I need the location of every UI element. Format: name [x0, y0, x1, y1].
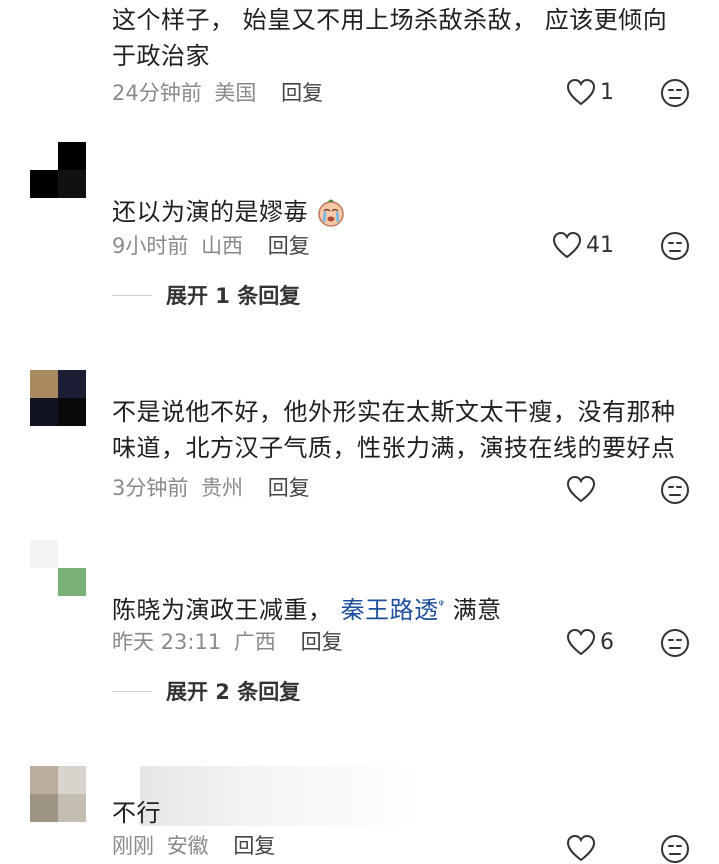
heart-icon [552, 231, 582, 259]
expand-replies-button[interactable]: 展开 1 条回复 [112, 280, 300, 310]
dislike-icon[interactable] [660, 628, 690, 658]
reply-button[interactable]: 回复 [233, 834, 275, 858]
dislike-icon[interactable] [660, 834, 690, 864]
like-button[interactable] [566, 834, 600, 862]
comment-location: 广西 [233, 630, 276, 654]
like-button[interactable] [566, 475, 600, 503]
mention-link[interactable]: 秦王路透ᵠ [341, 596, 445, 624]
like-count: 6 [600, 629, 614, 655]
heart-icon [566, 78, 596, 106]
comment-meta: 昨天 23:11 广西 回复 [112, 627, 343, 657]
comment-meta: 24分钟前 美国 回复 [112, 78, 323, 108]
crying-face-icon [318, 199, 344, 227]
heart-icon [566, 475, 596, 503]
reply-button[interactable]: 回复 [268, 234, 310, 258]
comment-time: 24分钟前 [112, 81, 202, 105]
heart-icon [566, 628, 596, 656]
comment-location: 贵州 [201, 476, 244, 500]
like-button[interactable]: 1 [566, 78, 614, 106]
reply-button[interactable]: 回复 [281, 81, 323, 105]
comment-meta: 3分钟前 贵州 回复 [112, 473, 310, 503]
comment-text: 还以为演的是嫪毐 [112, 194, 702, 230]
comment-text: 不行 [112, 799, 161, 827]
reply-button[interactable]: 回复 [268, 476, 310, 500]
comment-meta: 刚刚 安徽 回复 [112, 831, 275, 861]
like-count: 41 [586, 232, 614, 258]
avatar[interactable] [30, 370, 86, 426]
comment-text: 不是说他不好，他外形实在太斯文太干瘦，没有那种 味道，北方汉子气质，性张力满，演… [112, 398, 676, 462]
avatar[interactable] [30, 540, 86, 596]
avatar[interactable] [30, 142, 86, 198]
dislike-icon[interactable] [660, 475, 690, 505]
comment-location: 美国 [214, 81, 257, 105]
like-button[interactable]: 6 [566, 628, 614, 656]
reply-button[interactable]: 回复 [301, 630, 343, 654]
expand-replies-button[interactable]: 展开 2 条回复 [112, 676, 300, 706]
comment-time: 9小时前 [112, 234, 189, 258]
divider [112, 294, 152, 296]
comment-meta: 9小时前 山西 回复 [112, 231, 310, 261]
comment-location: 安徽 [166, 834, 209, 858]
comment-time: 刚刚 [112, 834, 154, 858]
dislike-icon[interactable] [660, 231, 690, 261]
dislike-icon[interactable] [660, 78, 690, 108]
comment-text: 陈晓为演政王减重， 秦王路透ᵠ 满意 [112, 596, 502, 624]
comment-time: 昨天 23:11 [112, 630, 222, 654]
divider [112, 690, 152, 692]
like-button[interactable]: 41 [552, 231, 614, 259]
comment-text: 这个样子， 始皇又不用上场杀敌杀敌， 应该更倾向 于政治家 [112, 6, 668, 70]
avatar[interactable] [30, 766, 86, 822]
comment-location: 山西 [201, 234, 244, 258]
comment-time: 3分钟前 [112, 476, 189, 500]
like-count: 1 [600, 79, 614, 105]
search-icon: ᵠ [438, 598, 445, 613]
heart-icon [566, 834, 596, 862]
